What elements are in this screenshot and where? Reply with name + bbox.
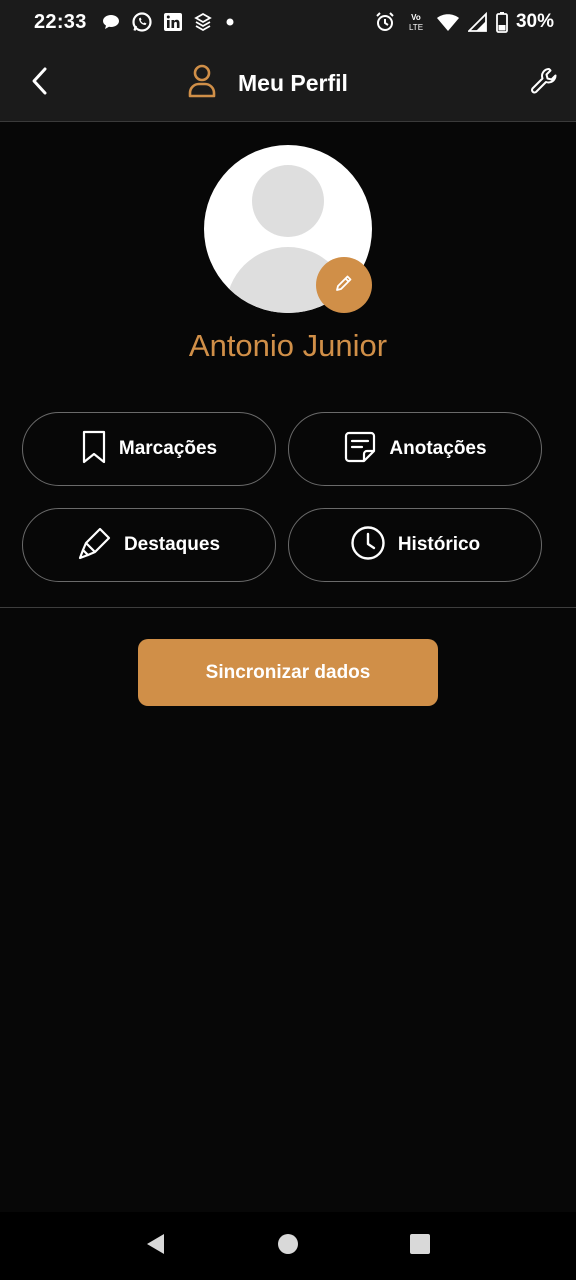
svg-text:LTE: LTE bbox=[409, 23, 423, 32]
sync-button[interactable]: Sincronizar dados bbox=[138, 639, 438, 706]
highlights-label: Destaques bbox=[123, 534, 221, 555]
avatar-head bbox=[252, 165, 324, 237]
wifi-icon bbox=[436, 12, 460, 32]
whatsapp-icon bbox=[131, 11, 153, 33]
battery-icon bbox=[496, 11, 508, 33]
notification-icons bbox=[101, 11, 237, 33]
profile-screen: 22:33 Vo LTE 30% Meu Perfil Antonio Juni… bbox=[0, 0, 576, 1280]
system-icons: Vo LTE 30% bbox=[374, 11, 554, 33]
pencil-icon bbox=[334, 273, 354, 298]
chat-bubble-icon bbox=[101, 12, 121, 32]
system-nav-bar bbox=[0, 1212, 576, 1280]
clock-icon bbox=[350, 525, 386, 566]
page-title: Meu Perfil bbox=[238, 69, 348, 96]
edit-avatar-button[interactable] bbox=[316, 257, 372, 313]
volte-icon: Vo LTE bbox=[404, 11, 428, 33]
bookmarks-button[interactable]: Marcações bbox=[22, 412, 276, 486]
user-name: Antonio Junior bbox=[188, 328, 388, 363]
status-time: 22:33 bbox=[34, 10, 87, 33]
svg-text:Vo: Vo bbox=[411, 13, 421, 22]
history-label: Histórico bbox=[397, 534, 481, 555]
history-button[interactable]: Histórico bbox=[288, 508, 542, 582]
battery-percent: 30% bbox=[515, 11, 554, 32]
recents-square-icon bbox=[408, 1232, 432, 1261]
home-circle-icon bbox=[276, 1232, 300, 1261]
nav-recents-button[interactable] bbox=[400, 1226, 440, 1266]
stack-icon bbox=[193, 12, 213, 32]
settings-button[interactable] bbox=[524, 64, 564, 102]
highlights-button[interactable]: Destaques bbox=[22, 508, 276, 582]
back-button[interactable] bbox=[22, 64, 58, 102]
notes-label: Anotações bbox=[389, 438, 487, 459]
chevron-left-icon bbox=[29, 66, 51, 101]
linkedin-icon bbox=[163, 12, 183, 32]
bookmarks-label: Marcações bbox=[118, 438, 218, 459]
sync-button-label: Sincronizar dados bbox=[205, 661, 371, 683]
page-header: Meu Perfil bbox=[188, 64, 348, 102]
alarm-icon bbox=[374, 11, 396, 33]
nav-back-button[interactable] bbox=[136, 1226, 176, 1266]
divider bbox=[0, 607, 576, 608]
dot-icon bbox=[223, 15, 237, 29]
status-bar: 22:33 Vo LTE 30% bbox=[0, 0, 576, 44]
nav-home-button[interactable] bbox=[268, 1226, 308, 1266]
note-icon bbox=[343, 431, 377, 468]
back-triangle-icon bbox=[144, 1232, 168, 1261]
person-icon bbox=[188, 64, 216, 103]
app-bar: Meu Perfil bbox=[0, 44, 576, 122]
notes-button[interactable]: Anotações bbox=[288, 412, 542, 486]
wrench-icon bbox=[530, 67, 558, 100]
highlighter-icon bbox=[78, 526, 112, 565]
bookmark-icon bbox=[81, 430, 107, 469]
signal-icon bbox=[467, 12, 488, 32]
